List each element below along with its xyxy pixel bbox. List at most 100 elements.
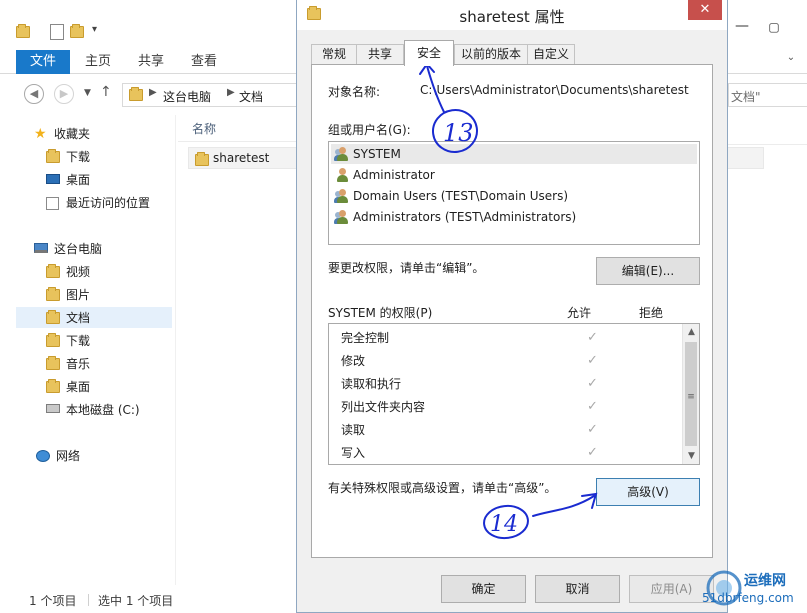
scroll-thumb[interactable]: ≡ [685, 342, 697, 446]
status-selected-count: 选中 1 个项目 [98, 594, 174, 608]
permission-name: 写入 [341, 446, 366, 460]
breadcrumb-separator-icon[interactable]: ▶ [227, 87, 235, 98]
cancel-button[interactable]: 取消 [535, 575, 620, 603]
permission-row-full-control: 完全控制 ✓ [341, 327, 601, 349]
user-name: Administrator [353, 168, 435, 182]
nav-music[interactable]: 音乐 [46, 354, 174, 375]
object-name-label: 对象名称: [328, 85, 381, 99]
advanced-button[interactable]: 高级(V) [596, 478, 700, 506]
user-row-administrator[interactable]: Administrator [331, 165, 697, 185]
navigation-pane: ★ 收藏夹 下载 桌面 最近访问的位置 这台电脑 视频 图片 文档 下载 音乐 … [0, 115, 176, 585]
properties-icon[interactable] [50, 24, 64, 40]
breadcrumb-documents[interactable]: 文档 [239, 88, 263, 105]
nav-this-pc[interactable]: 这台电脑 [34, 239, 174, 260]
nav-pictures[interactable]: 图片 [46, 285, 174, 306]
nav-recent-places[interactable]: 最近访问的位置 [46, 193, 174, 214]
tab-security[interactable]: 安全 [404, 40, 454, 66]
nav-label: 收藏夹 [54, 127, 91, 141]
user-name: SYSTEM [353, 147, 401, 161]
permission-row-list-folder: 列出文件夹内容 ✓ [341, 396, 601, 418]
file-list: 名称 sharetest [178, 115, 298, 585]
tab-general[interactable]: 常规 [311, 44, 357, 64]
check-icon: ✓ [587, 330, 598, 345]
folder-icon [46, 379, 60, 393]
folder-icon [46, 149, 60, 163]
nav-label: 下载 [66, 334, 91, 348]
close-icon: ✕ [699, 2, 711, 17]
minimize-icon[interactable]: — [730, 16, 754, 40]
forward-button[interactable]: ▶ [54, 84, 74, 104]
status-item-count: 1 个项目 [29, 594, 77, 608]
address-bar[interactable]: ▶ 这台电脑 ▶ 文档 [122, 83, 300, 107]
user-name: Administrators (TEST\Administrators) [353, 210, 577, 224]
check-icon: ✓ [587, 399, 598, 414]
nav-downloads[interactable]: 下载 [46, 147, 174, 168]
nav-favorites[interactable]: ★ 收藏夹 [34, 124, 174, 145]
folder-icon [46, 333, 60, 347]
user-icon [335, 168, 349, 182]
nav-label: 本地磁盘 (C:) [66, 403, 140, 417]
nav-documents[interactable]: 文档 [16, 307, 172, 328]
users-listbox[interactable]: SYSTEM Administrator Domain Users (TEST\… [328, 141, 700, 245]
nav-desktop-pc[interactable]: 桌面 [46, 377, 174, 398]
tab-customize[interactable]: 自定义 [527, 44, 575, 64]
tab-previous-versions[interactable]: 以前的版本 [454, 44, 528, 64]
tab-view[interactable]: 查看 [191, 50, 217, 74]
breadcrumb-separator-icon[interactable]: ▶ [149, 87, 157, 98]
permission-name: 读取和执行 [341, 377, 402, 391]
network-icon [36, 450, 50, 462]
computer-icon [34, 243, 48, 253]
list-item[interactable]: sharetest [188, 147, 298, 169]
nav-label: 音乐 [66, 357, 91, 371]
check-icon: ✓ [587, 445, 598, 460]
allow-column-header: 允许 [567, 306, 592, 320]
nav-label: 这台电脑 [54, 242, 103, 256]
permission-row-read-execute: 读取和执行 ✓ [341, 373, 601, 395]
breadcrumb-this-pc[interactable]: 这台电脑 [163, 88, 211, 105]
ok-button[interactable]: 确定 [441, 575, 526, 603]
nav-downloads-pc[interactable]: 下载 [46, 331, 174, 352]
close-button[interactable]: ✕ [688, 0, 722, 20]
tab-home[interactable]: 主页 [85, 50, 111, 74]
maximize-icon[interactable]: ▢ [762, 16, 786, 40]
group-icon [334, 189, 349, 203]
nav-desktop[interactable]: 桌面 [46, 170, 174, 191]
tab-file[interactable]: 文件 [16, 50, 70, 74]
permissions-scrollbar[interactable]: ▲ ≡ ▼ [682, 324, 699, 464]
up-arrow-icon[interactable]: ↑ [100, 84, 112, 100]
user-row-administrators[interactable]: Administrators (TEST\Administrators) [331, 207, 697, 227]
ribbon-expand-icon[interactable]: ⌄ [782, 52, 800, 82]
nav-label: 视频 [66, 265, 91, 279]
list-item-highlight [726, 147, 764, 169]
search-input[interactable]: 文档" [728, 83, 807, 107]
column-header-strip [726, 115, 807, 145]
watermark-title: 运维网 [744, 573, 786, 589]
deny-column-header: 拒绝 [639, 306, 664, 320]
security-tab-page: 对象名称: C:\Users\Administrator\Documents\s… [311, 64, 713, 558]
user-row-domain-users[interactable]: Domain Users (TEST\Domain Users) [331, 186, 697, 206]
new-folder-icon[interactable] [70, 24, 84, 40]
permission-row-write: 写入 ✓ [341, 442, 601, 464]
tab-sharing[interactable]: 共享 [356, 44, 404, 64]
user-row-system[interactable]: SYSTEM [331, 144, 697, 164]
quick-access-dropdown-icon[interactable]: ▾ [92, 24, 106, 38]
tab-share[interactable]: 共享 [138, 50, 164, 74]
group-icon [334, 147, 349, 161]
nav-network[interactable]: 网络 [36, 446, 174, 467]
scroll-down-icon[interactable]: ▼ [683, 448, 700, 464]
watermark-url: 51dbrfeng.com [702, 591, 794, 605]
explorer-window-controls: — ▢ [724, 16, 807, 46]
recent-places-icon [46, 197, 59, 210]
permissions-list[interactable]: 完全控制 ✓ 修改 ✓ 读取和执行 ✓ 列出文件夹内容 ✓ 读取 ✓ 写入 ✓ [328, 323, 700, 465]
recent-locations-dropdown-icon[interactable]: ▼ [84, 88, 91, 98]
nav-local-disk[interactable]: 本地磁盘 (C:) [46, 400, 174, 421]
dialog-title: sharetest 属性 [459, 8, 565, 26]
back-button[interactable]: ◀ [24, 84, 44, 104]
scroll-up-icon[interactable]: ▲ [683, 324, 700, 340]
edit-hint: 要更改权限，请单击“编辑”。 [328, 261, 485, 275]
edit-button[interactable]: 编辑(E)... [596, 257, 700, 285]
group-or-user-label: 组或用户名(G): [328, 123, 411, 137]
column-header-name[interactable]: 名称 [192, 120, 216, 137]
nav-label: 文档 [66, 311, 91, 325]
nav-videos[interactable]: 视频 [46, 262, 174, 283]
